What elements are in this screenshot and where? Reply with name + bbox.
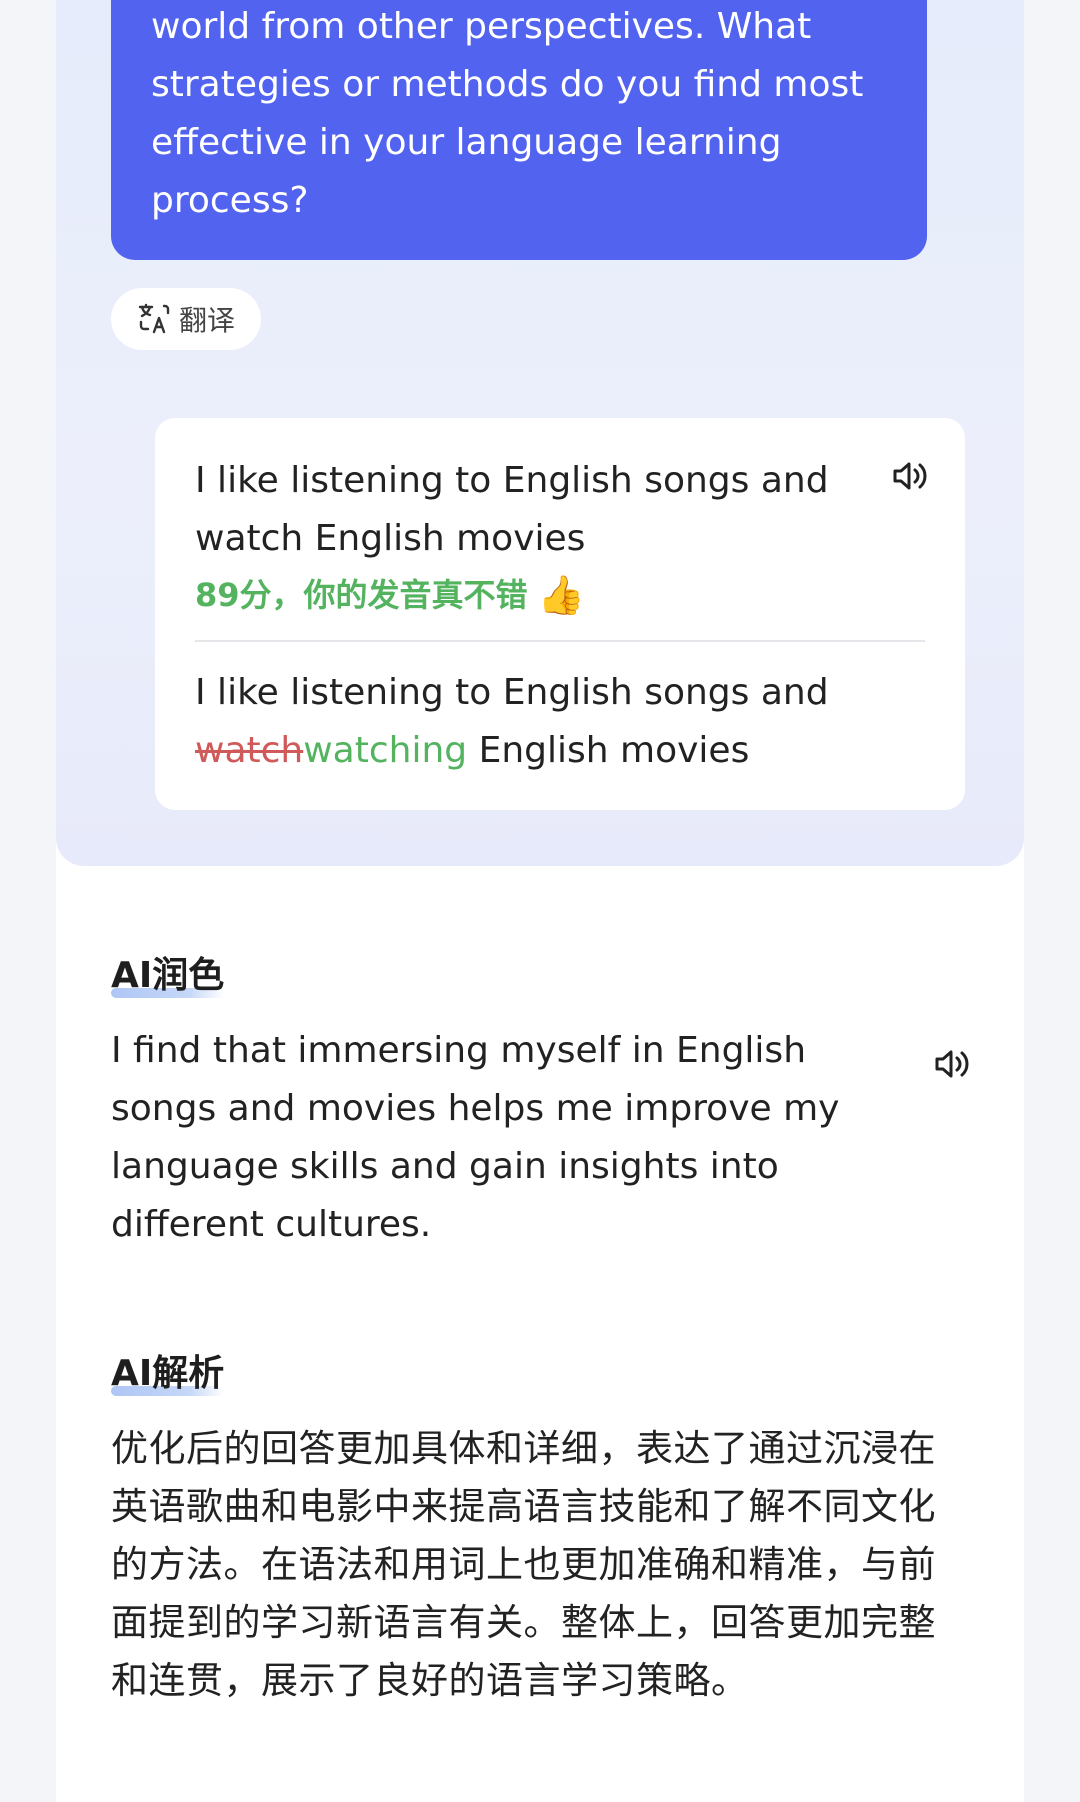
ai-analysis-title: AI解析 xyxy=(111,1353,225,1396)
translate-button[interactable]: 翻译 xyxy=(111,288,261,350)
grammar-correction: I like listening to English songs and wa… xyxy=(195,664,925,780)
chat-area: world from other perspectives. What stra… xyxy=(56,0,1024,866)
ai-message-text: world from other perspectives. What stra… xyxy=(151,6,864,221)
user-message-card: I like listening to English songs and wa… xyxy=(155,418,965,810)
correction-suffix: English movies xyxy=(467,730,750,771)
translate-icon xyxy=(138,303,170,334)
ai-analysis-section: AI解析 优化后的回答更加具体和详细，表达了通过沉浸在英语歌曲和电影中来提高语言… xyxy=(111,1350,971,1710)
translate-button-label: 翻译 xyxy=(178,304,235,337)
speaker-icon[interactable] xyxy=(931,1044,971,1084)
correction-prefix: I like listening to English songs and xyxy=(195,672,829,713)
conversation-page: world from other perspectives. What stra… xyxy=(56,0,1024,1802)
thumbs-up-icon: 👍 xyxy=(537,573,585,617)
ai-analysis-text: 优化后的回答更加具体和详细，表达了通过沉浸在英语歌曲和电影中来提高语言技能和了解… xyxy=(111,1427,936,1702)
correction-wrong-word: watch xyxy=(195,730,304,771)
correction-right-word: watching xyxy=(303,730,468,771)
ai-polish-text: I find that immersing myself in English … xyxy=(111,1030,840,1245)
ai-polish-title: AI润色 xyxy=(111,955,225,998)
ai-message-bubble: world from other perspectives. What stra… xyxy=(111,0,927,260)
pronunciation-score: 89分，你的发音真不错 👍 xyxy=(195,568,925,622)
card-divider xyxy=(195,640,925,642)
user-message-text: I like listening to English songs and wa… xyxy=(195,460,829,559)
speaker-icon[interactable] xyxy=(889,456,929,496)
ai-polish-section: AI润色 I find that immersing myself in Eng… xyxy=(111,952,971,1254)
score-text: 89分，你的发音真不错 xyxy=(195,576,528,614)
